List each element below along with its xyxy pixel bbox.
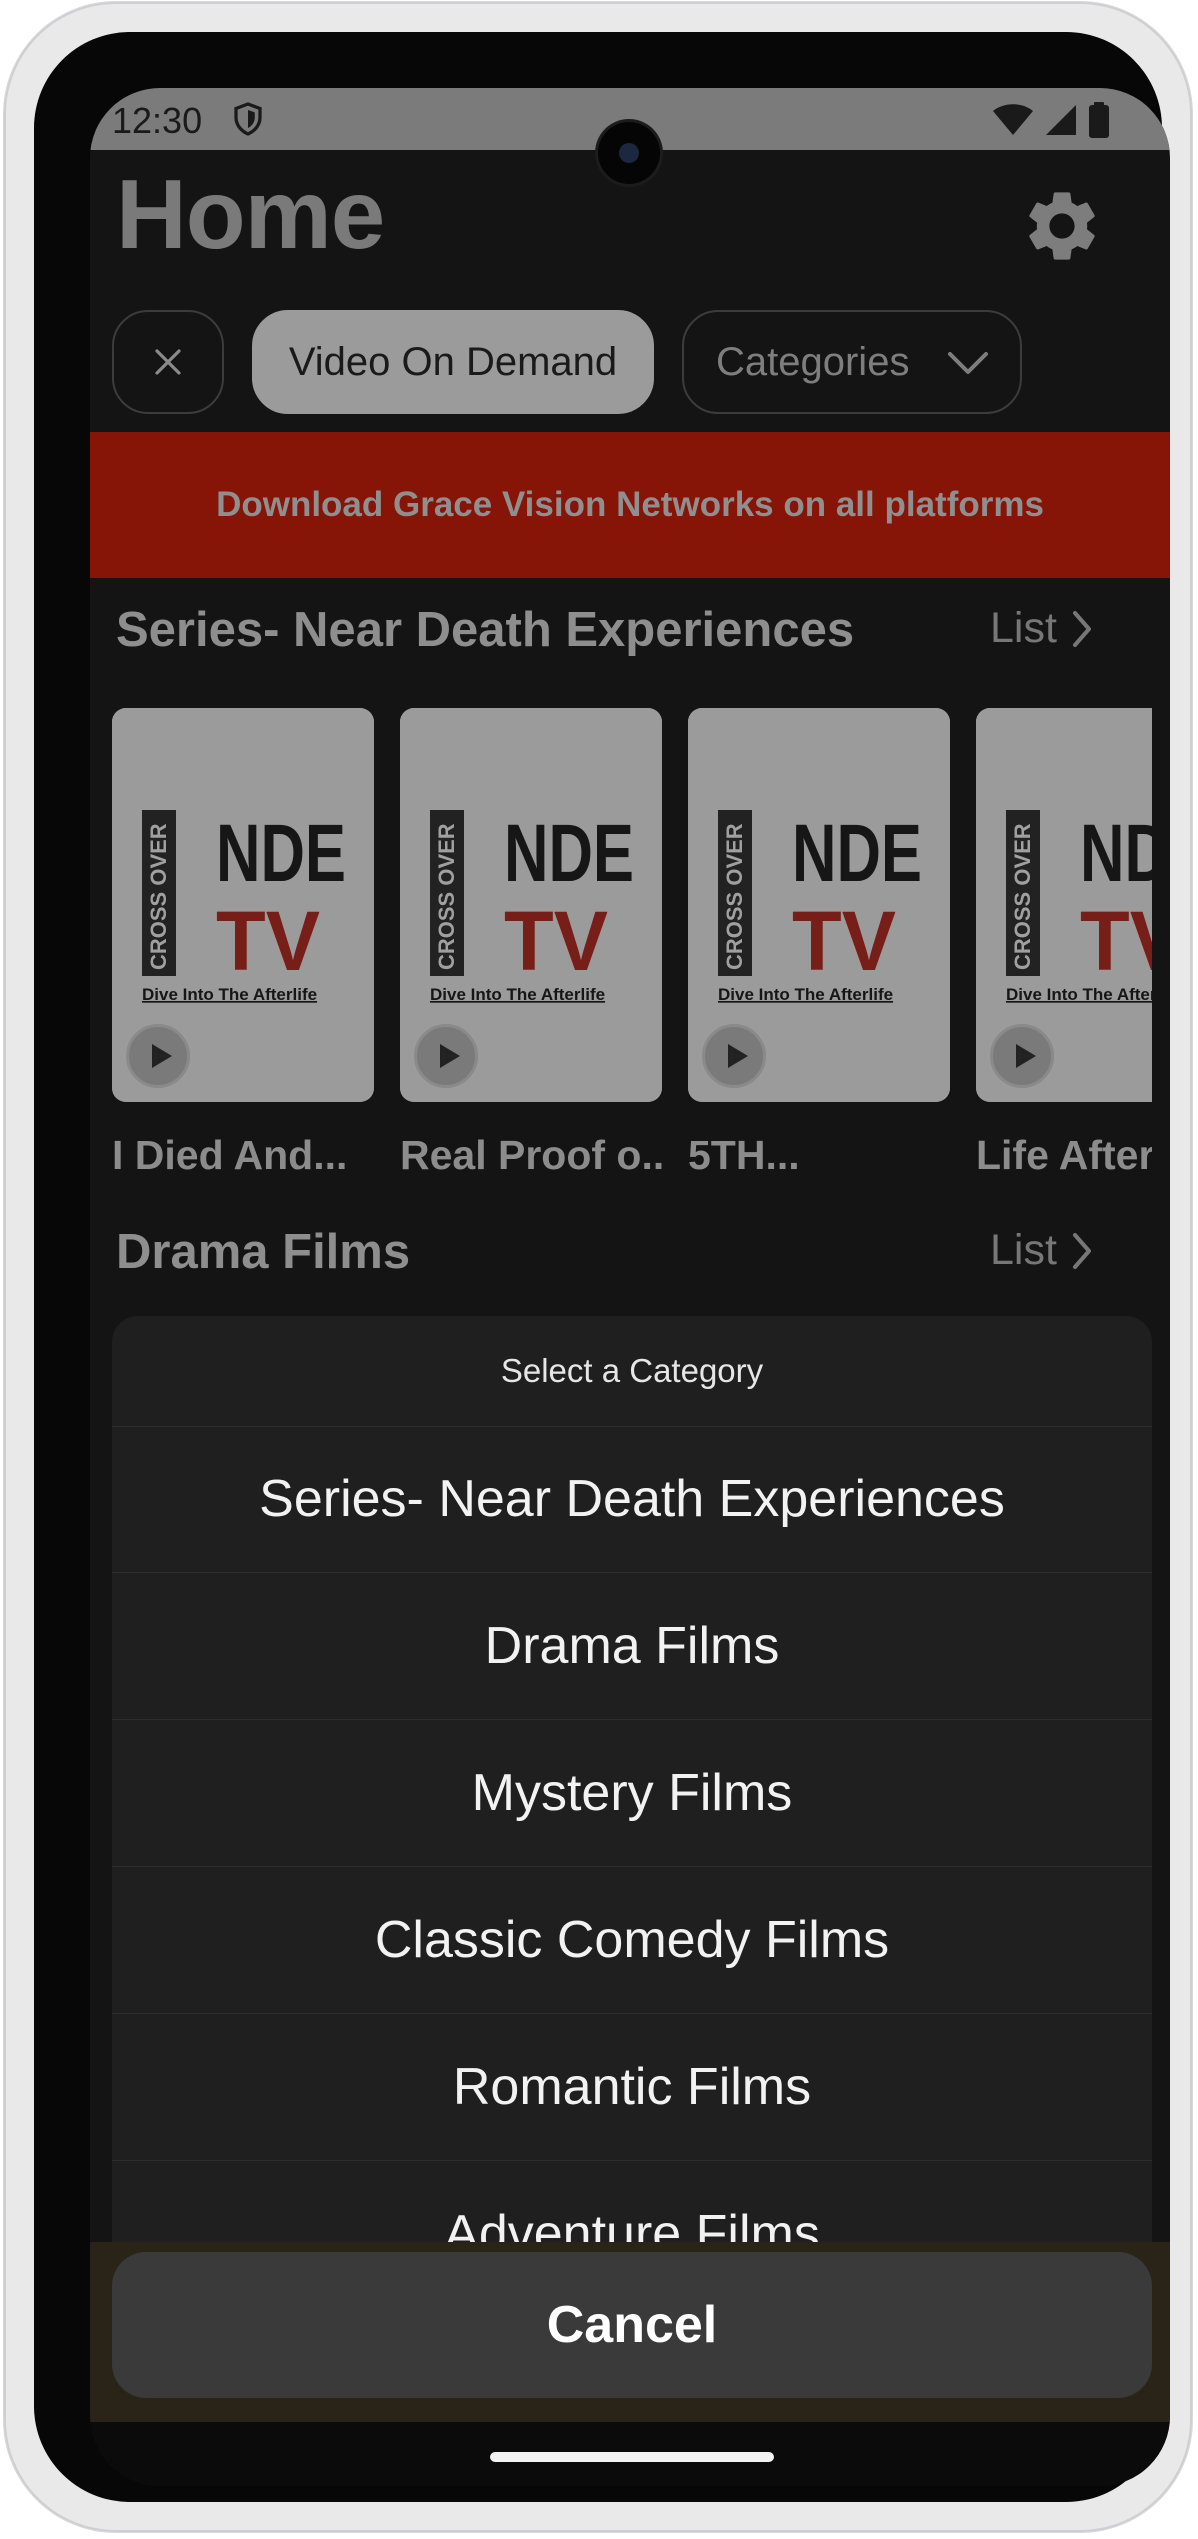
cancel-button[interactable]: Cancel xyxy=(112,2252,1152,2398)
chevron-right-icon xyxy=(1072,1232,1091,1269)
video-card[interactable]: CROSS OVER NDE TV Dive Into The Afterlif… xyxy=(976,708,1152,1102)
video-title[interactable]: 5TH... xyxy=(688,1132,950,1179)
home-indicator[interactable] xyxy=(490,2452,774,2462)
poster-top-text: NDE xyxy=(792,808,922,899)
device-frame: 12:30 Home Video On Demand Categories Do… xyxy=(4,2,1192,2532)
sheet-title: Select a Category xyxy=(112,1316,1152,1427)
category-option[interactable]: Drama Films xyxy=(112,1573,1152,1720)
list-label: List xyxy=(990,1226,1057,1274)
poster-bottom-text: TV xyxy=(216,894,320,988)
poster-side-text: CROSS OVER xyxy=(146,823,171,970)
list-link-drama[interactable]: List xyxy=(990,1226,1093,1275)
poster-tagline: Dive Into The Afterlife xyxy=(1006,985,1152,1004)
video-card[interactable]: CROSS OVER NDE TV Dive Into The Afterlif… xyxy=(400,708,662,1102)
poster-tagline: Dive Into The Afterlife xyxy=(718,985,893,1004)
category-option[interactable]: Mystery Films xyxy=(112,1720,1152,1867)
video-card[interactable]: CROSS OVER NDE TV Dive Into The Afterlif… xyxy=(112,708,374,1102)
poster-side-text: CROSS OVER xyxy=(1010,823,1035,970)
category-option[interactable]: Classic Comedy Films xyxy=(112,1867,1152,2014)
category-option[interactable]: Adventure Films xyxy=(112,2161,1152,2246)
category-action-sheet: Select a Category Series- Near Death Exp… xyxy=(112,1316,1152,2246)
poster-top-text: NDE xyxy=(504,808,634,899)
video-title[interactable]: Life After xyxy=(976,1132,1152,1179)
video-title[interactable]: Real Proof o... xyxy=(400,1132,662,1179)
video-card[interactable]: CROSS OVER NDE TV Dive Into The Afterlif… xyxy=(688,708,950,1102)
play-icon[interactable] xyxy=(702,1024,766,1088)
device-bezel: 12:30 Home Video On Demand Categories Do… xyxy=(34,32,1170,2502)
category-option[interactable]: Series- Near Death Experiences xyxy=(112,1426,1152,1573)
nde-carousel[interactable]: CROSS OVER NDE TV Dive Into The Afterlif… xyxy=(112,88,1152,1188)
play-icon[interactable] xyxy=(126,1024,190,1088)
poster-tagline: Dive Into The Afterlife xyxy=(142,985,317,1004)
poster-top-text: NDE xyxy=(1080,808,1152,899)
poster-top-text: NDE xyxy=(216,808,346,899)
poster-bottom-text: TV xyxy=(1080,894,1152,988)
poster-bottom-text: TV xyxy=(792,894,896,988)
play-icon[interactable] xyxy=(414,1024,478,1088)
play-icon[interactable] xyxy=(990,1024,1054,1088)
poster-side-text: CROSS OVER xyxy=(434,823,459,970)
section-title-drama: Drama Films xyxy=(116,1225,411,1279)
category-option[interactable]: Romantic Films xyxy=(112,2014,1152,2161)
poster-bottom-text: TV xyxy=(504,894,608,988)
poster-side-text: CROSS OVER xyxy=(722,823,747,970)
poster-tagline: Dive Into The Afterlife xyxy=(430,985,605,1004)
video-title[interactable]: I Died And... xyxy=(112,1132,374,1179)
app-screen: 12:30 Home Video On Demand Categories Do… xyxy=(90,88,1170,2486)
